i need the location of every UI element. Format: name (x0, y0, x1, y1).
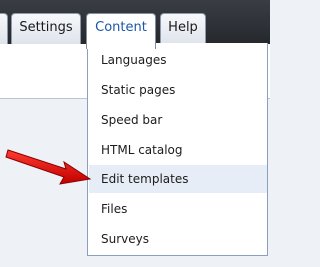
top-navigation-bar: Settings Content Help (0, 0, 270, 49)
menu-item-html-catalog[interactable]: HTML catalog (89, 136, 267, 164)
menu-item-surveys[interactable]: Surveys (89, 225, 267, 253)
menu-item-static-pages[interactable]: Static pages (89, 76, 267, 104)
tab-help[interactable]: Help (160, 13, 206, 44)
red-pointer-arrow-icon (5, 149, 92, 185)
tab-content[interactable]: Content (86, 13, 156, 49)
menu-item-speed-bar[interactable]: Speed bar (89, 106, 267, 134)
content-dropdown-menu: Languages Static pages Speed bar HTML ca… (87, 43, 268, 256)
menu-item-edit-templates[interactable]: Edit templates (89, 165, 267, 193)
arrow-shape (5, 149, 92, 185)
menu-item-files[interactable]: Files (89, 195, 267, 223)
tab-partial-left[interactable] (0, 13, 8, 44)
tab-settings[interactable]: Settings (11, 13, 81, 44)
menu-item-languages[interactable]: Languages (89, 46, 267, 74)
